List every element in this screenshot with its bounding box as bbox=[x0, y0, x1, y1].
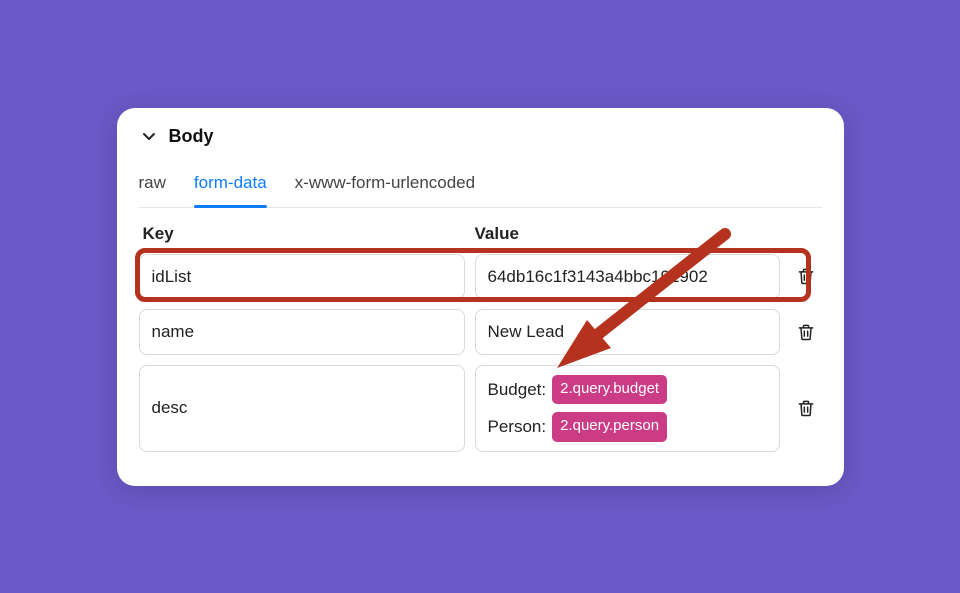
column-headers: Key Value bbox=[139, 222, 822, 254]
column-header-value: Value bbox=[475, 224, 822, 244]
key-input[interactable]: idList bbox=[139, 254, 465, 300]
form-rows: idList 64db16c1f3143a4bbc192902 name New… bbox=[139, 254, 822, 452]
value-input[interactable]: 64db16c1f3143a4bbc192902 bbox=[475, 254, 780, 300]
form-row: name New Lead bbox=[139, 309, 822, 355]
value-label: Person: bbox=[488, 414, 547, 440]
form-row: desc Budget: 2.query.budget Person: 2.qu… bbox=[139, 365, 822, 452]
value-input[interactable]: New Lead bbox=[475, 309, 780, 355]
variable-tag[interactable]: 2.query.person bbox=[552, 412, 667, 442]
value-input[interactable]: Budget: 2.query.budget Person: 2.query.p… bbox=[475, 365, 780, 452]
form-row: idList 64db16c1f3143a4bbc192902 bbox=[139, 254, 822, 300]
trash-icon bbox=[796, 266, 816, 286]
body-panel: Body raw form-data x-www-form-urlencoded… bbox=[117, 108, 844, 486]
section-header: Body bbox=[139, 126, 822, 153]
body-type-tabs: raw form-data x-www-form-urlencoded bbox=[139, 153, 822, 208]
column-header-key: Key bbox=[143, 224, 475, 244]
delete-row-button[interactable] bbox=[790, 254, 822, 300]
key-input[interactable]: desc bbox=[139, 365, 465, 452]
trash-icon bbox=[796, 322, 816, 342]
delete-row-button[interactable] bbox=[790, 365, 822, 452]
value-label: Budget: bbox=[488, 377, 547, 403]
delete-row-button[interactable] bbox=[790, 309, 822, 355]
variable-tag[interactable]: 2.query.budget bbox=[552, 375, 667, 405]
tab-raw[interactable]: raw bbox=[139, 167, 166, 207]
section-title: Body bbox=[169, 126, 214, 147]
trash-icon bbox=[796, 398, 816, 418]
key-input[interactable]: name bbox=[139, 309, 465, 355]
tab-form-data[interactable]: form-data bbox=[194, 167, 267, 207]
collapse-chevron-icon[interactable] bbox=[139, 126, 159, 146]
tab-urlencoded[interactable]: x-www-form-urlencoded bbox=[295, 167, 475, 207]
